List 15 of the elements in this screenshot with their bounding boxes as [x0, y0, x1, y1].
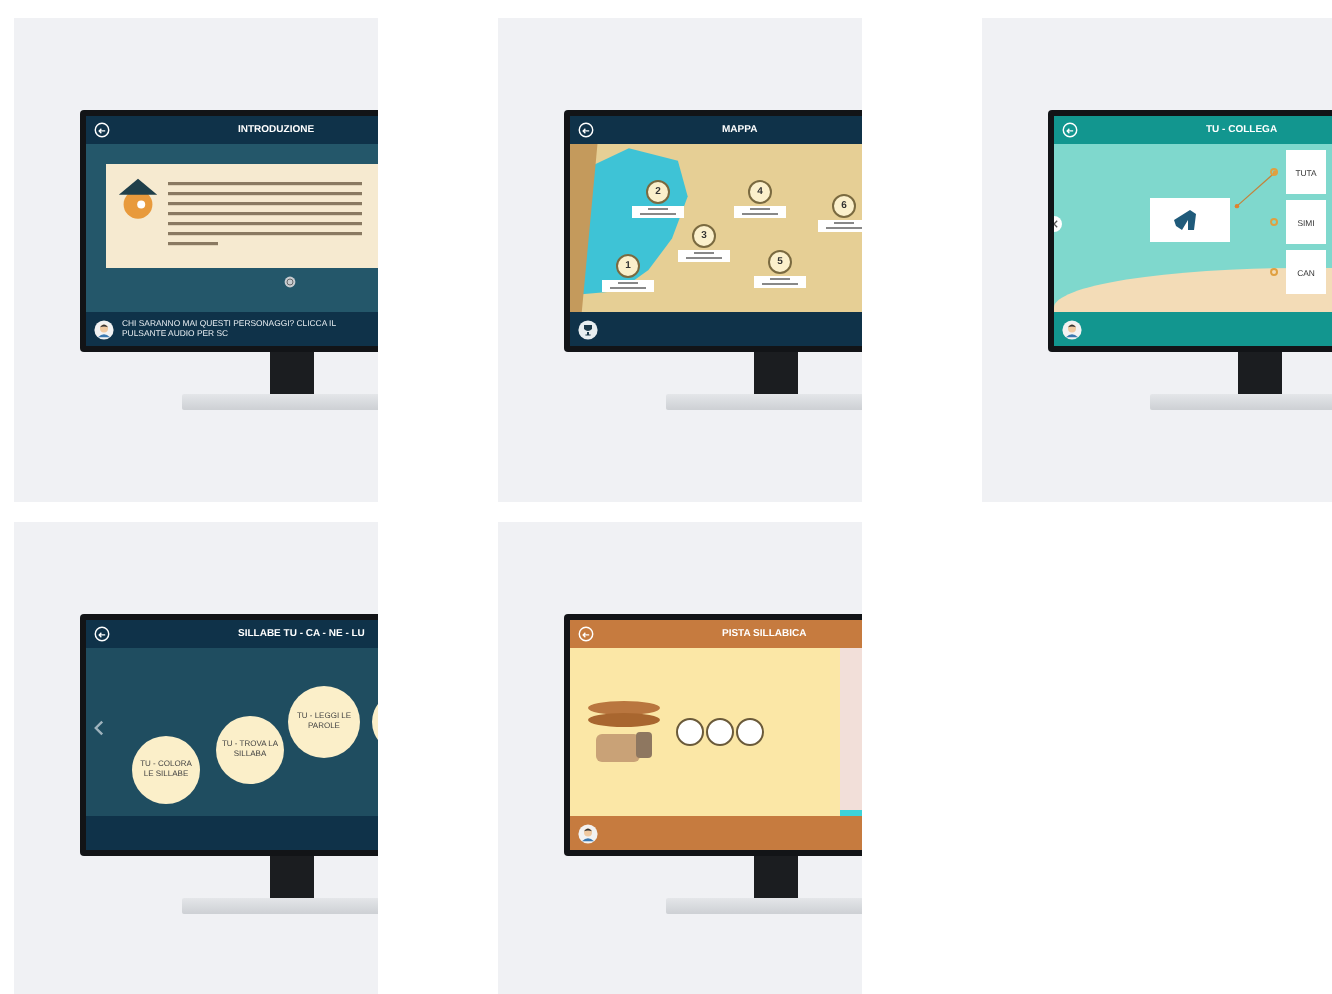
- chevron-left-icon[interactable]: [94, 720, 104, 736]
- map-label-drawing: [678, 250, 730, 262]
- trophy-icon[interactable]: [578, 319, 598, 339]
- back-icon[interactable]: [578, 122, 594, 138]
- audio-button-icon[interactable]: [284, 276, 296, 288]
- pirate-drawing: [114, 174, 162, 222]
- back-icon[interactable]: [94, 626, 110, 642]
- bread-drawing: [584, 696, 664, 768]
- map-label-drawing: [602, 280, 654, 292]
- back-icon[interactable]: [94, 122, 110, 138]
- map-label-drawing: [632, 206, 684, 218]
- avatar-icon[interactable]: [94, 319, 114, 339]
- map-label-drawing: [734, 206, 786, 218]
- map-label-drawing: [818, 220, 862, 232]
- map-label-drawing: [754, 276, 806, 288]
